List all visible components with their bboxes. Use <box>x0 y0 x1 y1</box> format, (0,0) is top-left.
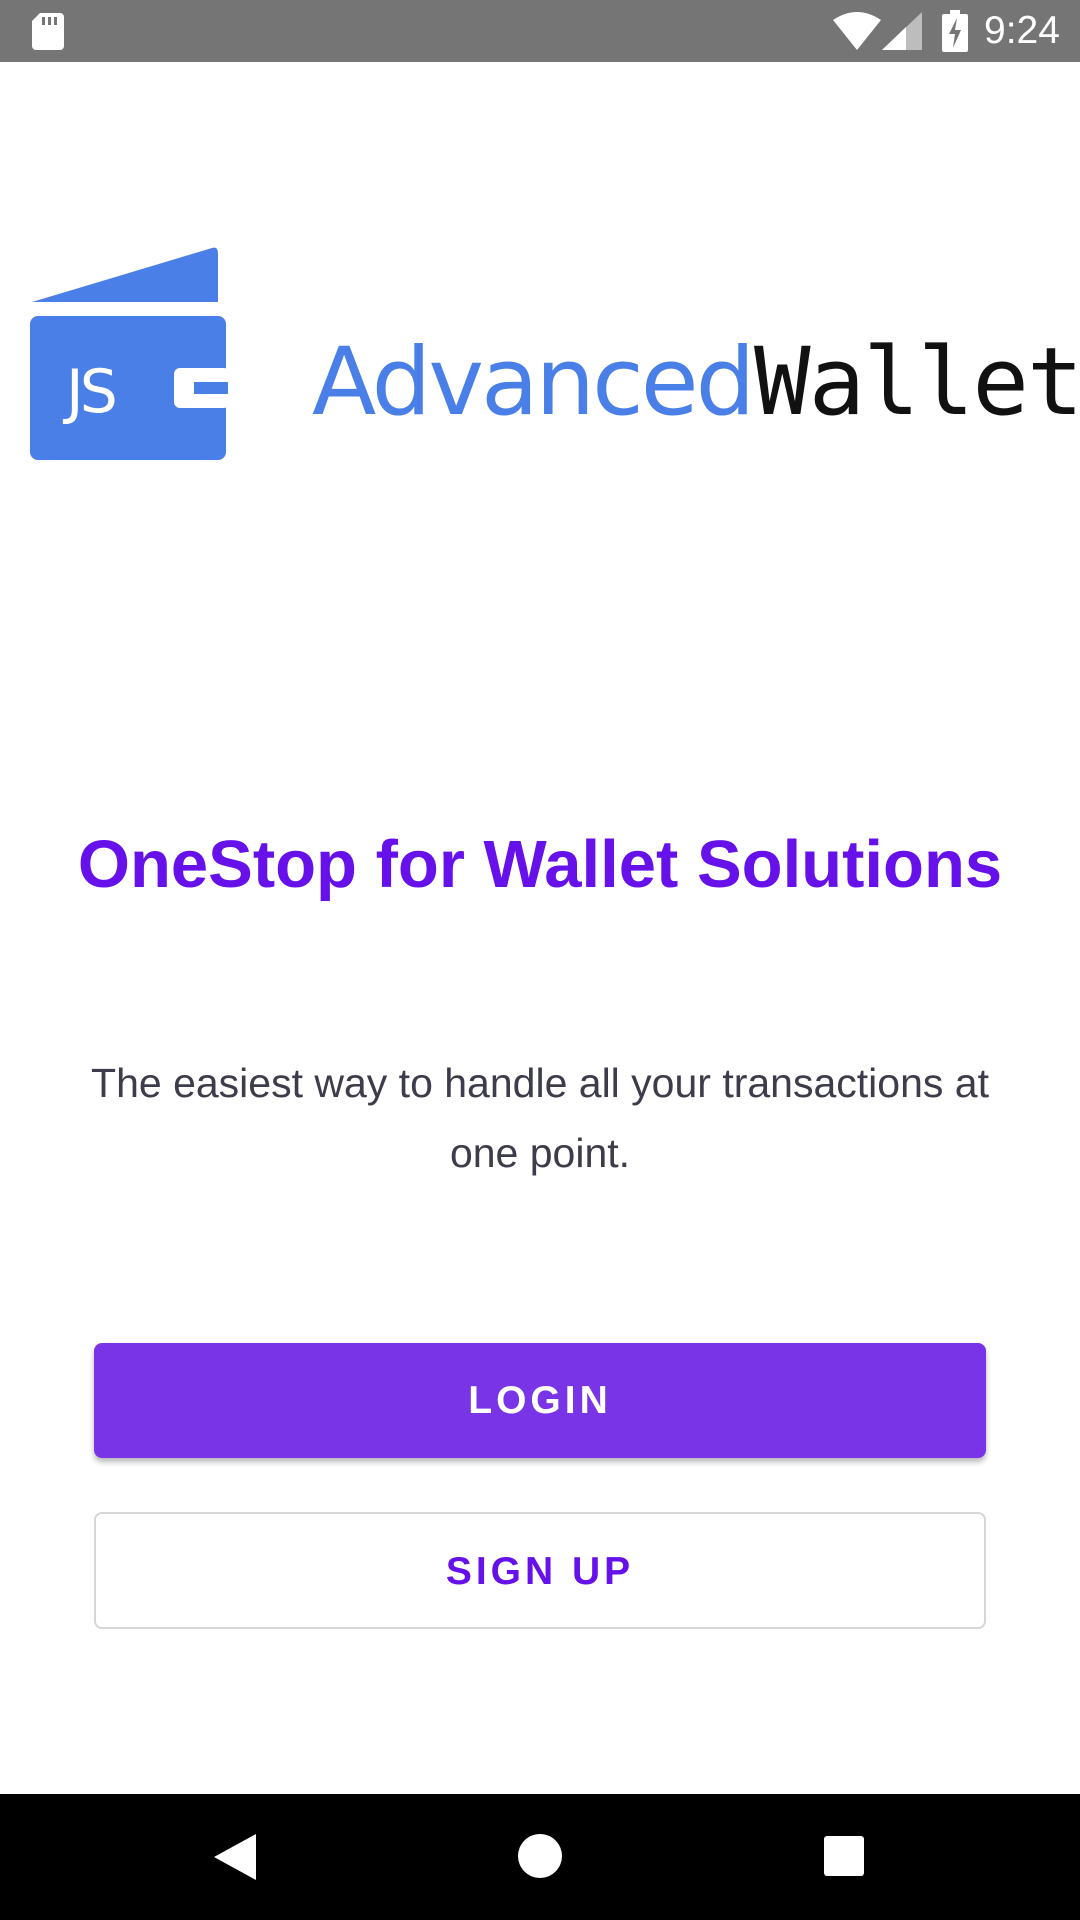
home-icon[interactable] <box>518 1834 562 1878</box>
recents-icon[interactable] <box>824 1836 864 1876</box>
signal-icon <box>882 12 922 50</box>
logo-word-wallet: Wallet <box>754 328 1080 437</box>
signup-button[interactable]: SIGN UP <box>94 1512 986 1629</box>
status-time: 9:24 <box>984 9 1060 52</box>
page-headline: OneStop for Wallet Solutions <box>77 827 1003 902</box>
battery-charging-icon <box>942 10 968 52</box>
status-bar: 9:24 <box>0 0 1080 62</box>
wifi-icon <box>833 12 881 50</box>
login-button[interactable]: LOGIN <box>94 1343 986 1458</box>
page-description: The easiest way to handle all your trans… <box>91 1060 989 1176</box>
navigation-bar <box>0 1794 1080 1920</box>
wallet-icon: JS <box>30 247 228 460</box>
wallet-icon-label: JS <box>62 357 115 427</box>
sd-card-icon <box>32 13 64 50</box>
back-icon[interactable] <box>214 1834 256 1880</box>
logo-word-advanced: Advanced <box>312 328 755 437</box>
